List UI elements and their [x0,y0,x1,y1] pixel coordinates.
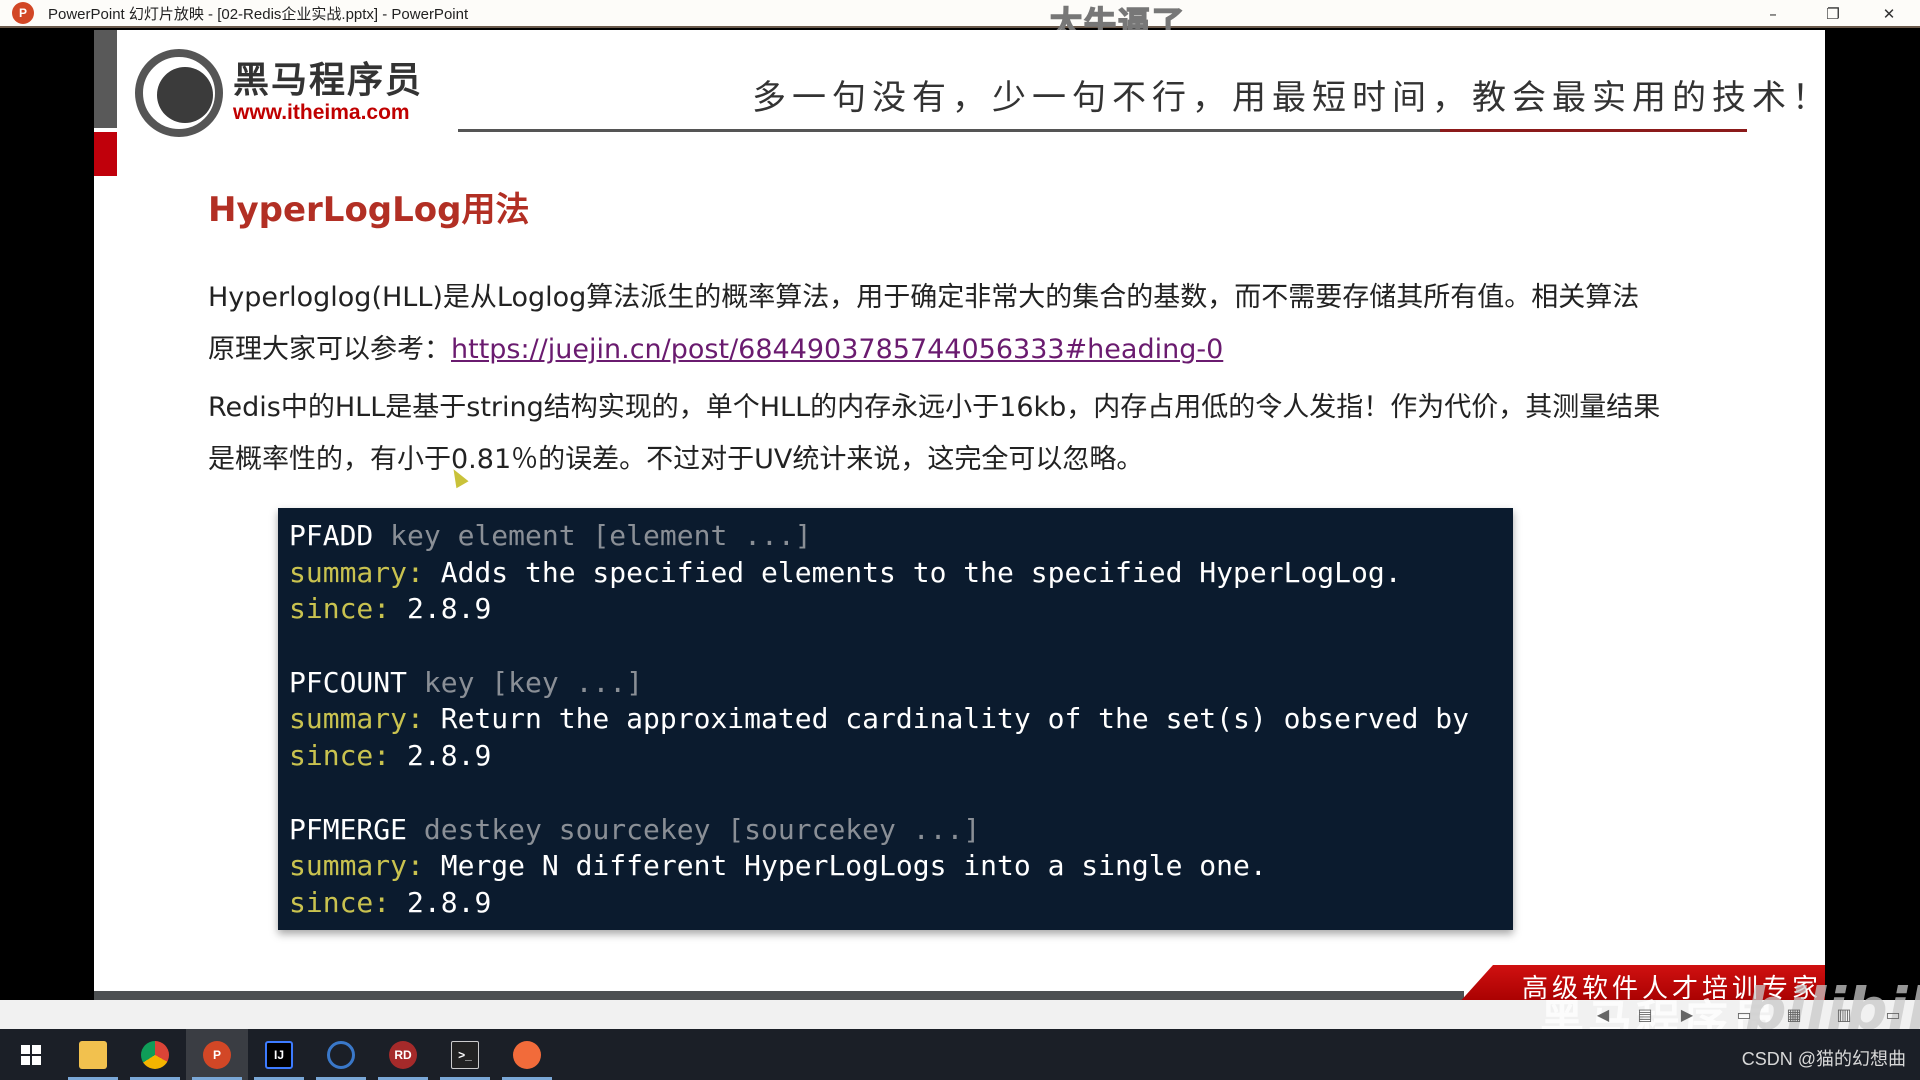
intellij-icon: IJ [265,1040,293,1069]
since-label: since: [289,885,391,919]
logo-brand-text: 黑马程序员 [233,60,424,101]
horse-logo-icon [135,49,223,137]
normal-view-button[interactable]: ▭ [1733,1004,1755,1024]
slide-accent-bar-red [94,132,117,176]
terminal-icon: >_ [451,1040,479,1069]
windows-taskbar: P IJ RD >_ [0,1029,1920,1080]
taskbar-terminal[interactable]: >_ [434,1029,496,1080]
taskbar-powerpoint[interactable]: P [186,1029,248,1080]
reading-view-button[interactable]: ▥ [1833,1004,1855,1024]
start-button[interactable] [0,1029,62,1080]
command-signature: PFADD key element [element ...] [289,518,1502,555]
slide-sorter-view-button[interactable]: ▦ [1783,1004,1805,1024]
command-summary: summary: Adds the specified elements to … [289,555,1502,592]
summary-text: Merge N different HyperLogLogs into a si… [440,849,1267,883]
taskbar-chrome[interactable] [124,1029,186,1080]
command-summary: summary: Return the approximated cardina… [289,701,1502,738]
command-args: key element [element ...] [390,519,812,552]
command-signature: PFMERGE destkey sourcekey [sourcekey ...… [289,812,1502,849]
close-button[interactable]: ✕ [1866,0,1912,28]
slide-footer-bar [94,991,1464,1000]
title-bar: P PowerPoint 幻灯片放映 - [02-Redis企业实战.pptx]… [0,0,1920,28]
juejin-reference-link[interactable]: https://juejin.cn/post/68449037857440563… [451,334,1223,365]
slide-menu-button[interactable]: ▤ [1634,1004,1656,1024]
since-label: since: [289,592,391,626]
csdn-watermark: CSDN @猫的幻想曲 [1741,1049,1906,1069]
command-name: PFADD [289,519,374,552]
windows-logo-icon [21,1044,41,1065]
taskbar-intellij[interactable]: IJ [248,1029,310,1080]
window-title: PowerPoint 幻灯片放映 - [02-Redis企业实战.pptx] -… [48,5,469,23]
screen: P PowerPoint 幻灯片放映 - [02-Redis企业实战.pptx]… [0,0,1920,1080]
paragraph-2-line-2: 是概率性的，有小于0.81％的误差。不过对于UV统计来说，这完全可以忽略。 [208,444,1144,475]
logo-url-text: www.itheima.com [233,101,410,124]
redis-desktop-icon: RD [389,1040,417,1069]
slide-heading: HyperLogLog用法 [208,190,530,230]
presenter-view-button[interactable]: ▭ [1882,1004,1904,1024]
command-name: PFMERGE [289,812,408,846]
summary-text: Adds the specified elements to the speci… [440,555,1402,589]
taskbar-netbeans[interactable] [310,1029,372,1080]
redis-command-help-block: PFADD key element [element ...] summary:… [278,508,1513,930]
command-args: destkey sourcekey [sourcekey ...] [423,812,981,846]
since-version: 2.8.9 [407,739,492,773]
since-label: since: [289,739,391,773]
summary-text: Return the approximated cardinality of t… [440,702,1470,736]
reference-label: 原理大家可以参考： [208,334,451,365]
command-since: since: 2.8.9 [289,591,1502,628]
summary-label: summary: [289,555,424,589]
command-since: since: 2.8.9 [289,885,1502,922]
paragraph-1-line-2: 原理大家可以参考：https://juejin.cn/post/68449037… [208,327,1223,366]
netbeans-icon [327,1040,355,1069]
powerpoint-icon: P [203,1040,231,1069]
next-slide-button[interactable]: ▶ [1676,1004,1698,1024]
taskbar-file-explorer[interactable] [62,1029,124,1080]
summary-label: summary: [289,849,424,883]
header-divider-accent [1440,129,1747,132]
command-since: since: 2.8.9 [289,738,1502,775]
taskbar-redis-desktop[interactable]: RD [372,1029,434,1080]
slide-accent-bar-gray [94,30,117,128]
powerpoint-app-icon: P [12,2,34,24]
slide[interactable]: 黑马程序员 www.itheima.com 多一句没有，少一句不行，用最短时间，… [94,30,1825,1000]
taskbar-postman[interactable] [496,1029,558,1080]
itheima-logo: 黑马程序员 www.itheima.com [135,49,423,137]
previous-slide-button[interactable]: ◀ [1592,1004,1614,1024]
since-version: 2.8.9 [407,592,492,626]
since-version: 2.8.9 [407,885,492,919]
command-summary: summary: Merge N different HyperLogLogs … [289,848,1502,885]
postman-icon [513,1040,541,1069]
summary-label: summary: [289,702,424,736]
restore-button[interactable]: ❐ [1810,0,1856,28]
chrome-icon [141,1040,169,1069]
command-name: PFCOUNT [289,665,408,699]
minimize-button[interactable]: – [1750,0,1796,28]
command-signature: PFCOUNT key [key ...] [289,665,1502,702]
paragraph-1-line-1: Hyperloglog(HLL)是从Loglog算法派生的概率算法，用于确定非常… [208,282,1640,313]
paragraph-2-line-1: Redis中的HLL是基于string结构实现的，单个HLL的内存永远小于16k… [208,392,1661,423]
folder-icon [79,1040,107,1069]
command-args: key [key ...] [423,665,644,699]
slogan: 多一句没有，少一句不行，用最短时间，教会最实用的技术！ [752,78,1825,118]
